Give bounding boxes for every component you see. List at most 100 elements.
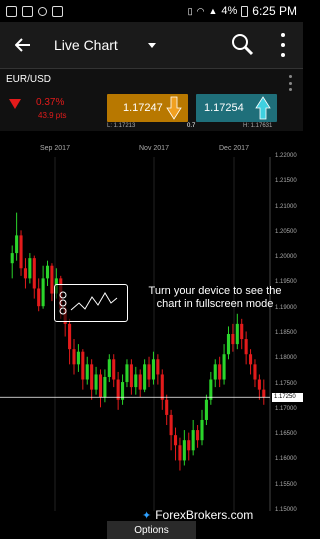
y-tick-label: 1.21000 [275,203,297,210]
candle-body [103,376,107,398]
y-tick-label: 1.22000 [275,153,297,159]
candle [50,263,54,302]
back-arrow-icon [15,38,30,52]
caret-down-icon [147,42,156,48]
candle-body [244,339,248,355]
x-tick-label: Sep 2017 [40,145,70,152]
candle-body [107,359,111,377]
candle [200,409,204,446]
candle [213,359,217,388]
candle [191,419,195,456]
candle [41,265,45,309]
candle-body [240,323,244,340]
change-points: 43.9 pts [38,111,67,120]
candle [45,260,50,286]
candle-body [196,430,200,441]
y-tick-label: 1.17500 [275,380,297,387]
candle-body [138,374,142,390]
photo-icon [6,5,17,17]
candle [90,359,94,400]
candle [134,366,138,395]
candle-body [178,445,182,461]
candle [68,318,72,365]
candle-body [143,364,147,390]
y-tick-label: 1.15000 [275,507,297,513]
candle [240,318,244,350]
quote-menu-button[interactable] [287,75,293,91]
search-button[interactable] [230,32,256,58]
candle-body [72,349,76,365]
y-tick-label: 1.20000 [275,254,297,261]
buy-price: 1.17254 [204,102,244,114]
y-tick-label: 1.17000 [275,405,297,412]
candle-body [218,364,222,380]
candle [169,409,173,451]
dot-icon [288,88,292,91]
candle-body [209,379,213,400]
candle [235,313,239,350]
dot-icon [288,81,292,85]
candle [19,230,23,276]
candle [204,394,208,426]
candle-body [169,414,173,436]
candle [129,359,133,395]
candle [253,359,257,388]
candle-body [165,399,169,415]
candle [209,371,213,405]
candle [138,369,142,398]
candle [121,374,125,405]
candle [151,351,155,385]
candle-body [85,364,89,380]
candle-body [45,265,50,279]
options-button[interactable]: Options [107,521,196,539]
candle [226,326,231,360]
x-tick-label: Nov 2017 [139,145,169,152]
candle [112,354,116,388]
candle [187,432,191,461]
y-tick-label: 1.16000 [275,456,297,463]
candle [156,354,160,385]
candle-body [90,364,94,390]
back-button[interactable] [0,22,46,68]
chart-type-dropdown[interactable]: Live Chart [54,37,156,53]
candle [98,369,103,408]
candle [94,366,98,395]
day-low: L: 1.17213 [107,123,136,129]
candle [222,344,226,385]
notification-icons [6,5,63,17]
status-bar: ▯ ◠ ▲ 4% 6:25 PM [0,0,303,22]
candle [107,354,111,383]
candle [85,356,89,385]
battery-icon [241,5,249,17]
candle-body [204,399,208,420]
candle [37,278,41,312]
search-icon [232,34,254,56]
candle-body [147,364,151,380]
down-trend-icon [9,99,21,109]
rotate-hint-text: Turn your device to see the chart in ful… [148,285,282,310]
buy-button[interactable]: 1.17254 [196,94,277,122]
candle [160,369,164,410]
candle-body [213,364,217,380]
candle-body [94,374,98,390]
quote-panel: EUR/USD 0.37% 43.9 pts 1.17247 1.17254 L… [0,68,303,131]
overflow-menu-button[interactable] [275,33,291,57]
buy-arrow-icon [255,96,271,120]
candle [76,344,80,372]
candle [125,359,129,388]
candle-body [257,379,261,390]
candle [32,255,36,299]
price-chart[interactable]: Sep 2017 Nov 2017 Dec 2017 1.22000 1.2150… [0,131,303,522]
battery-text: 4% [221,5,238,17]
candle-body [187,440,191,451]
candle-body [129,364,133,388]
current-price-tag: 1.17250 [272,392,303,402]
sell-price: 1.17247 [123,102,163,114]
sell-button[interactable]: 1.17247 [107,94,188,122]
y-tick-label: 1.16500 [275,431,297,438]
candle-body [28,258,32,279]
candlestick-chart[interactable] [0,131,303,522]
candle-body [231,334,235,345]
candle-body [76,351,80,365]
options-label: Options [134,524,169,536]
